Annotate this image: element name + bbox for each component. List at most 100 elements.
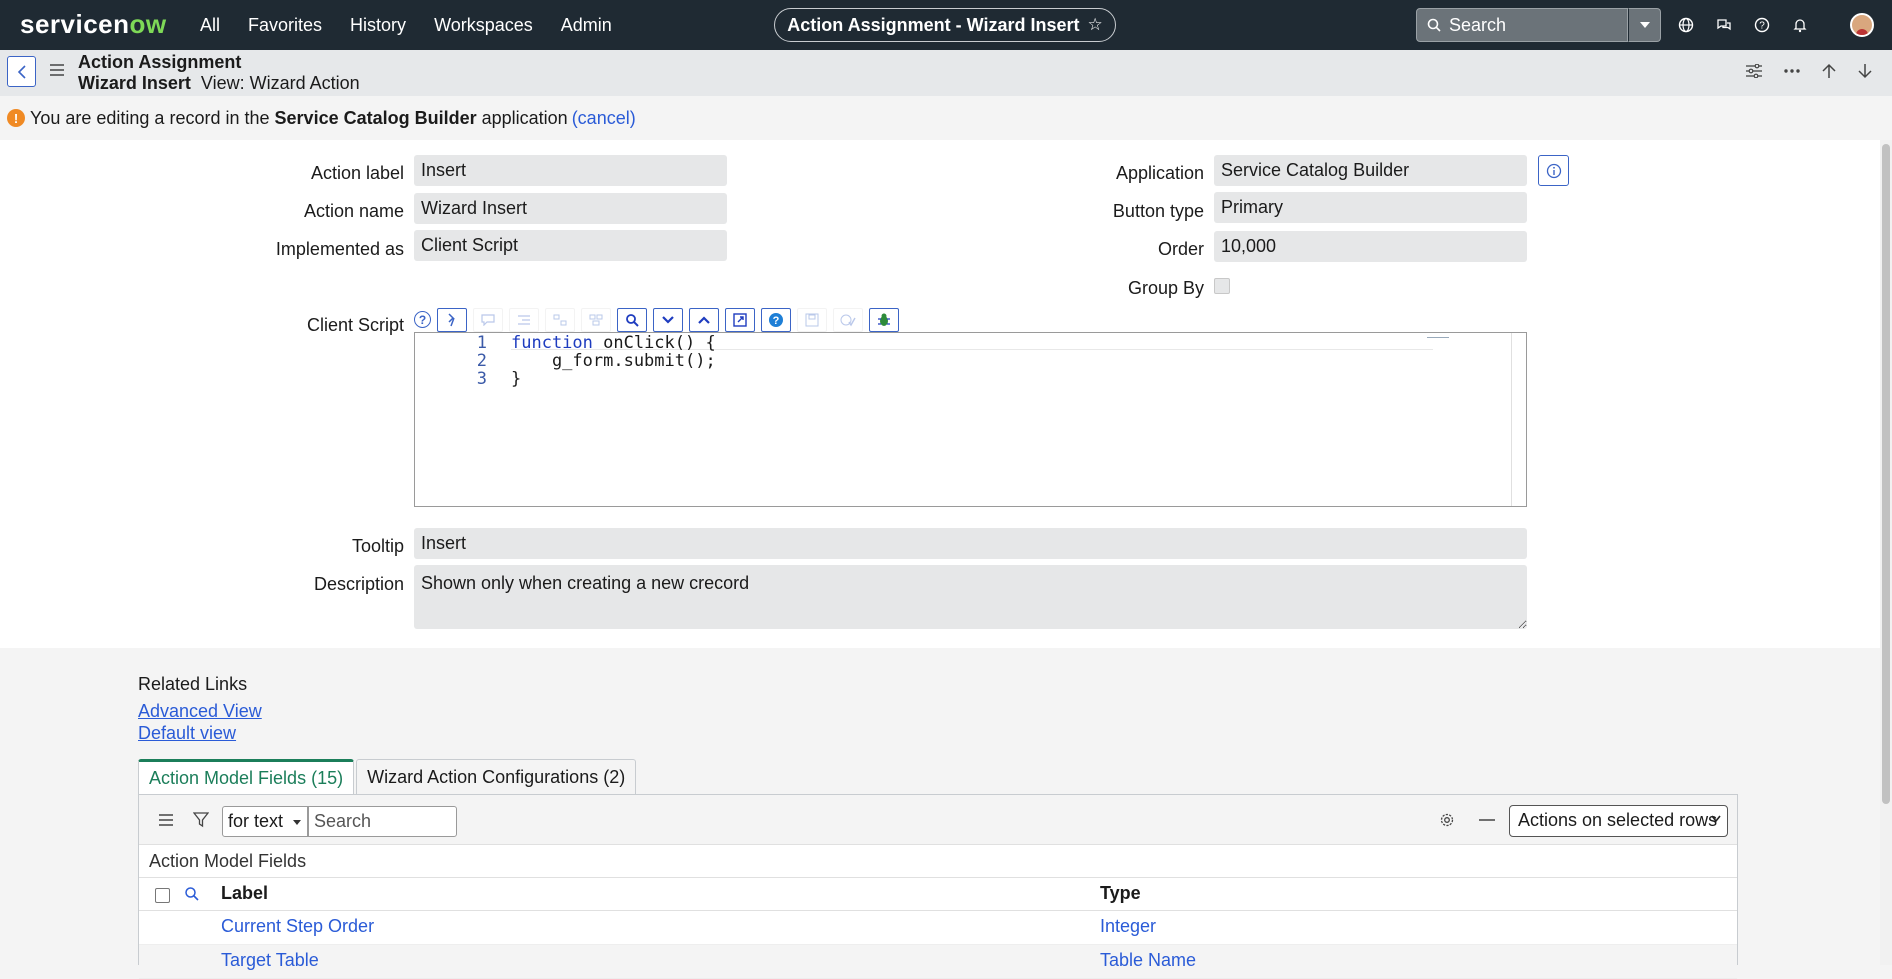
hamburger-icon[interactable] bbox=[50, 64, 64, 76]
globe-icon[interactable] bbox=[1678, 17, 1694, 33]
tooltip-field[interactable]: Insert bbox=[414, 528, 1527, 559]
chat-icon[interactable] bbox=[1716, 17, 1732, 33]
select-all-checkbox[interactable] bbox=[155, 888, 170, 903]
order-field[interactable]: 10,000 bbox=[1214, 231, 1527, 262]
row-label-link[interactable]: Current Step Order bbox=[221, 916, 374, 937]
action-label-field[interactable]: Insert bbox=[414, 155, 727, 186]
find-next-button[interactable] bbox=[653, 308, 683, 332]
menu-workspaces[interactable]: Workspaces bbox=[434, 15, 533, 36]
message-application: Service Catalog Builder bbox=[274, 107, 477, 128]
form-header: Action Assignment Wizard Insert View: Wi… bbox=[0, 50, 1892, 96]
cancel-link[interactable]: (cancel) bbox=[572, 108, 636, 129]
column-header-type[interactable]: Type bbox=[1100, 883, 1141, 904]
search-field-value: for text bbox=[228, 811, 284, 831]
save-script-button[interactable] bbox=[797, 308, 827, 332]
row-type-link[interactable]: Table Name bbox=[1100, 950, 1196, 971]
collapse-icon[interactable] bbox=[1479, 819, 1495, 821]
script-help-button[interactable]: ? bbox=[761, 308, 791, 332]
chevron-up-icon bbox=[698, 316, 710, 324]
menu-history[interactable]: History bbox=[350, 15, 406, 36]
svg-text:?: ? bbox=[1759, 21, 1765, 32]
gear-icon[interactable] bbox=[1439, 812, 1455, 828]
user-avatar[interactable] bbox=[1850, 13, 1874, 37]
default-view-link[interactable]: Default view bbox=[138, 723, 236, 744]
application-info-button[interactable] bbox=[1538, 155, 1569, 186]
global-search-input[interactable]: Search bbox=[1416, 8, 1628, 42]
bell-icon[interactable] bbox=[1792, 17, 1808, 33]
application-field[interactable]: Service Catalog Builder bbox=[1214, 155, 1527, 186]
debug-script-button[interactable] bbox=[869, 308, 899, 332]
format-code-button[interactable] bbox=[437, 308, 467, 332]
syntax-check-icon bbox=[840, 314, 856, 327]
record-title-pill[interactable]: Action Assignment - Wizard Insert ☆ bbox=[774, 8, 1116, 42]
form-subtitle: Wizard Insert View: Wizard Action bbox=[78, 73, 360, 94]
comment-icon bbox=[481, 314, 495, 326]
description-field[interactable]: Shown only when creating a new crecord bbox=[414, 565, 1527, 629]
group-by-label: Group By bbox=[1127, 278, 1204, 298]
row-type-link[interactable]: Integer bbox=[1100, 916, 1156, 937]
caret-down-icon bbox=[293, 820, 301, 825]
row-label-link[interactable]: Target Table bbox=[221, 950, 319, 971]
comment-button[interactable] bbox=[473, 308, 503, 332]
application-label: Application bbox=[1115, 163, 1204, 183]
tab-action-model-fields[interactable]: Action Model Fields (15) bbox=[138, 759, 355, 795]
editor-scrollbar[interactable] bbox=[1511, 333, 1526, 506]
actions-on-selected-rows-select[interactable]: Actions on selected rows bbox=[1509, 805, 1728, 837]
list-title: Action Model Fields bbox=[149, 851, 307, 871]
view-label[interactable]: View: Wizard Action bbox=[201, 73, 360, 93]
menu-all[interactable]: All bbox=[200, 15, 220, 36]
record-title: Action Assignment - Wizard Insert bbox=[787, 14, 1080, 35]
list-menu-icon[interactable] bbox=[159, 814, 173, 826]
search-scope-dropdown[interactable] bbox=[1628, 8, 1661, 42]
order-label: Order bbox=[1157, 239, 1204, 259]
menu-favorites[interactable]: Favorites bbox=[248, 15, 322, 36]
search-field-select[interactable]: for text bbox=[222, 806, 308, 837]
search-code-button[interactable] bbox=[617, 308, 647, 332]
find-previous-button[interactable] bbox=[689, 308, 719, 332]
help-icon[interactable]: ? bbox=[1754, 17, 1770, 33]
chevron-left-icon bbox=[17, 64, 26, 79]
indent-button[interactable] bbox=[509, 308, 539, 332]
line-number: 2 bbox=[476, 351, 487, 371]
page-scrollbar[interactable] bbox=[1880, 140, 1892, 965]
main-menu: All Favorites History Workspaces Admin bbox=[200, 0, 640, 50]
replace-button[interactable] bbox=[545, 308, 575, 332]
tab-wizard-action-configurations[interactable]: Wizard Action Configurations (2) bbox=[356, 759, 637, 795]
header-actions bbox=[1746, 63, 1872, 79]
code-text: onClick() { bbox=[592, 333, 716, 353]
settings-sliders-icon[interactable] bbox=[1746, 64, 1762, 78]
fullscreen-button[interactable] bbox=[725, 308, 755, 332]
line-number: 3 bbox=[476, 369, 487, 389]
button-type-field[interactable]: Primary bbox=[1214, 192, 1527, 223]
scrollbar-thumb[interactable] bbox=[1882, 144, 1890, 804]
servicenow-logo[interactable]: servicenow bbox=[20, 9, 167, 40]
column-header-label[interactable]: Label bbox=[221, 883, 268, 904]
arrow-up-icon[interactable] bbox=[1822, 63, 1836, 79]
actions-select-value: Actions on selected rows bbox=[1518, 810, 1718, 830]
expand-icon bbox=[733, 313, 747, 327]
related-list-tabs: Action Model Fields (15) Wizard Action C… bbox=[138, 759, 638, 795]
action-name-field[interactable]: Wizard Insert bbox=[414, 193, 727, 224]
script-help-icon[interactable]: ? bbox=[414, 311, 431, 328]
action-name-label: Action name bbox=[303, 201, 404, 221]
implemented-as-field[interactable]: Client Script bbox=[414, 230, 727, 261]
back-button[interactable] bbox=[7, 56, 36, 87]
arrow-down-icon[interactable] bbox=[1858, 63, 1872, 79]
advanced-view-link[interactable]: Advanced View bbox=[138, 701, 262, 722]
magnifier-icon bbox=[626, 314, 639, 327]
replace-all-button[interactable] bbox=[581, 308, 611, 332]
list-search-input[interactable]: Search bbox=[308, 806, 457, 837]
column-search-icon[interactable] bbox=[184, 886, 200, 902]
filter-icon[interactable] bbox=[193, 812, 209, 828]
code-line: } bbox=[511, 369, 522, 389]
toggle-syntax-button[interactable] bbox=[833, 308, 863, 332]
top-navbar: servicenow All Favorites History Workspa… bbox=[0, 0, 1892, 50]
star-icon[interactable]: ☆ bbox=[1087, 15, 1102, 35]
group-by-checkbox[interactable] bbox=[1214, 278, 1230, 294]
client-script-editor[interactable]: 1 2 3 function onClick() { g_form.submit… bbox=[414, 332, 1527, 507]
list-header-row: Label Type bbox=[139, 877, 1737, 911]
more-options-icon[interactable] bbox=[1784, 69, 1800, 73]
code-line: g_form.submit(); bbox=[511, 351, 716, 371]
replace-all-icon bbox=[589, 314, 603, 326]
menu-admin[interactable]: Admin bbox=[561, 15, 612, 36]
